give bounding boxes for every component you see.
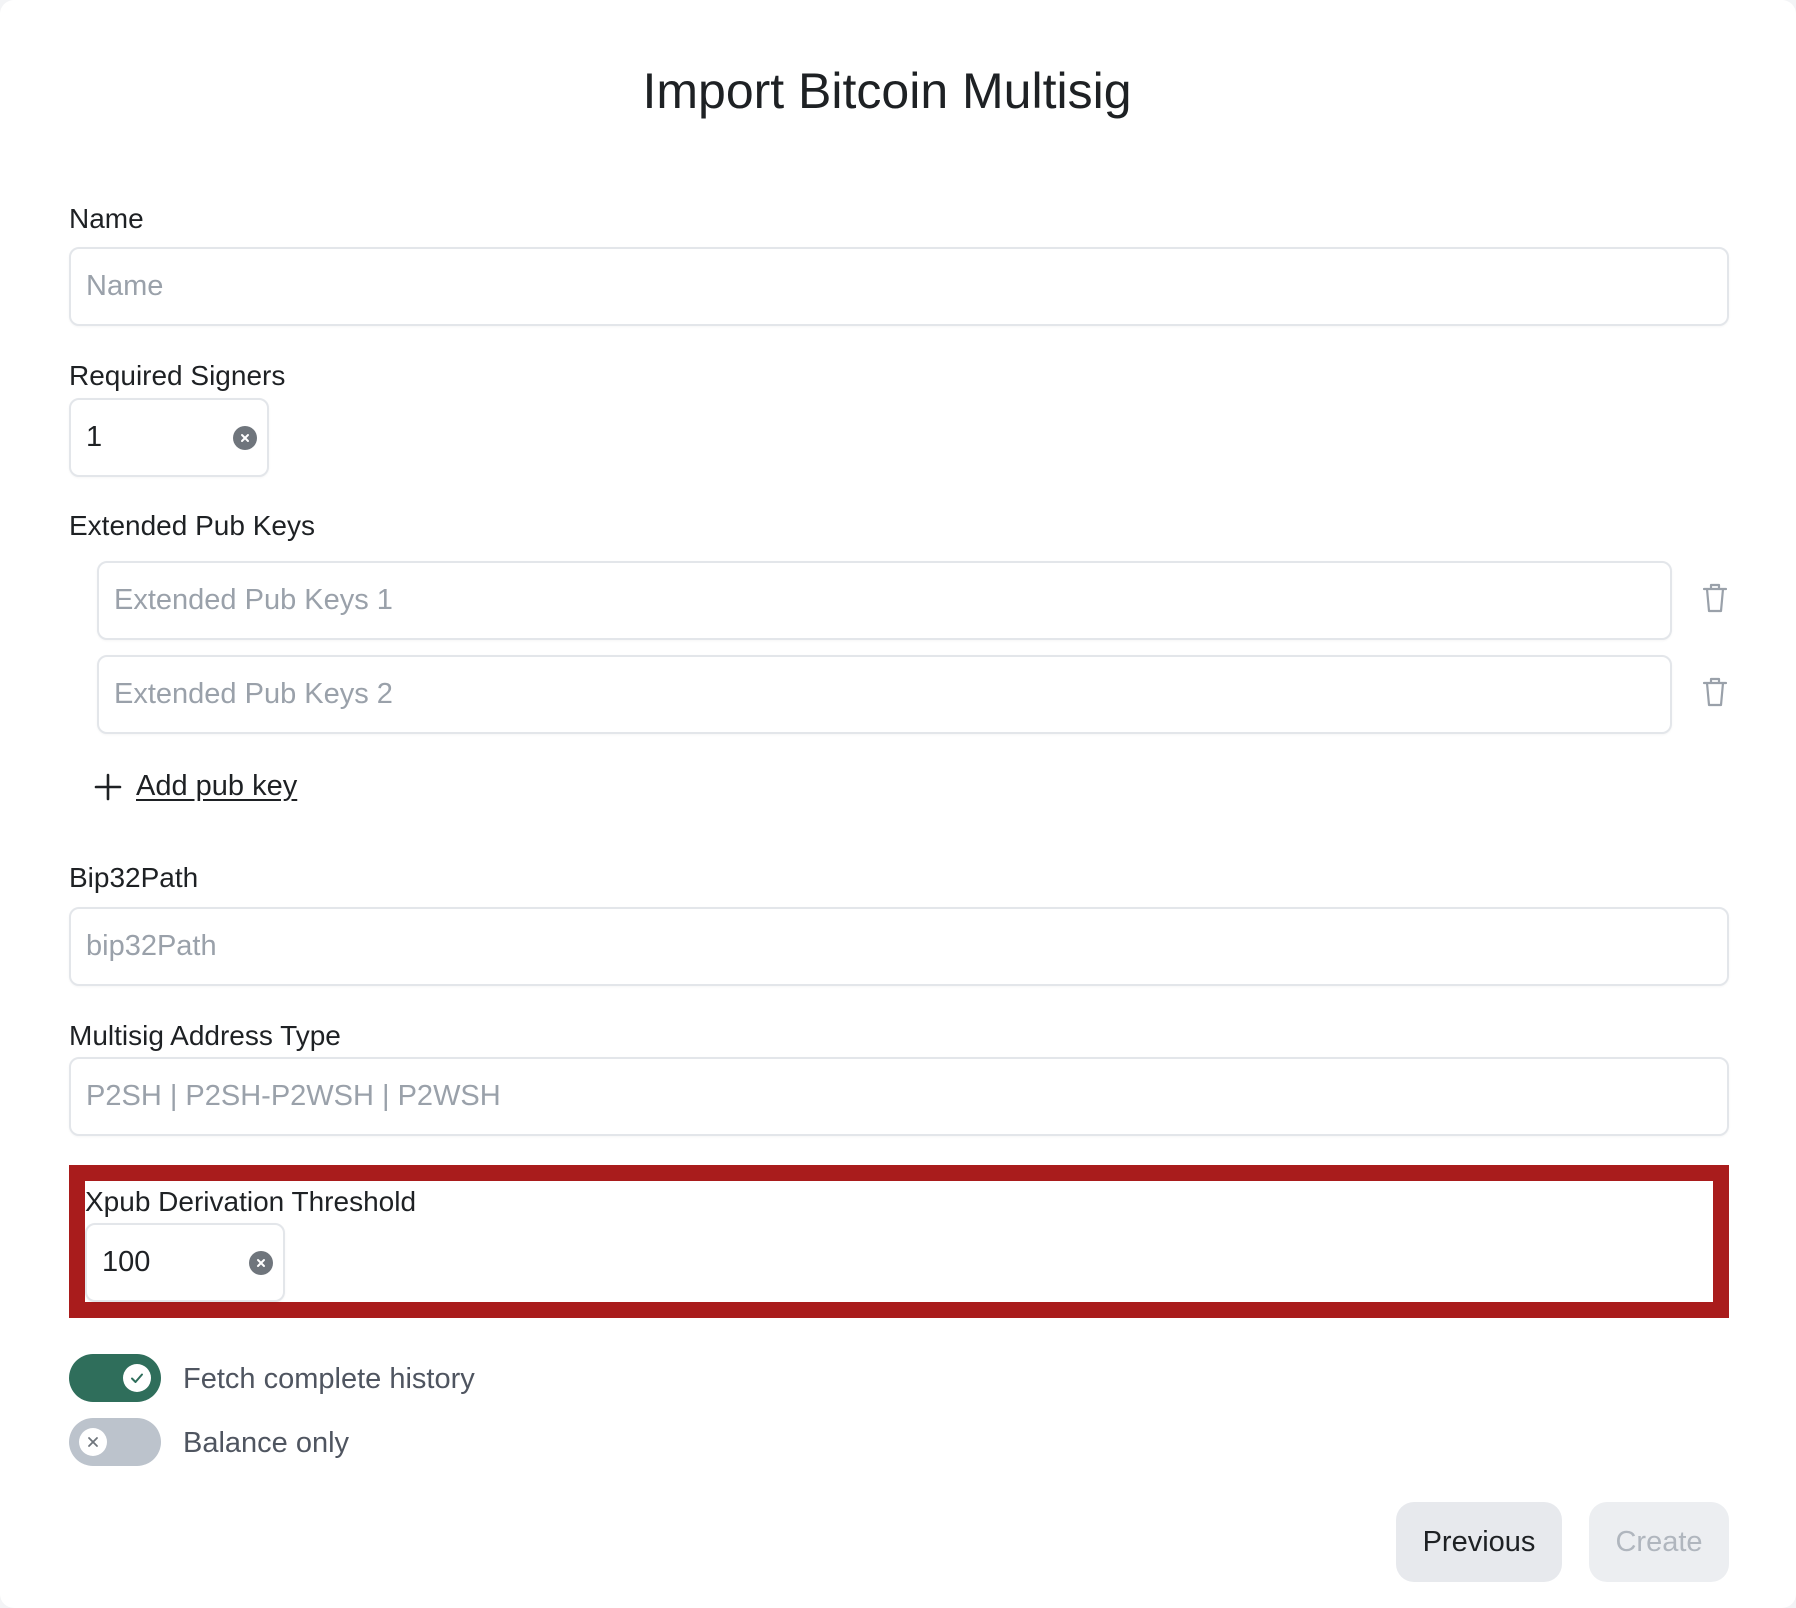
- name-placeholder: Name: [86, 270, 164, 302]
- multisig-address-type-label: Multisig Address Type: [69, 1020, 341, 1051]
- extended-pub-key-placeholder-1: Extended Pub Keys 1: [114, 584, 393, 616]
- name-label: Name: [69, 203, 144, 234]
- create-button[interactable]: Create: [1589, 1502, 1729, 1582]
- fetch-complete-history-label: Fetch complete history: [183, 1363, 475, 1395]
- extended-pub-key-input-2[interactable]: Extended Pub Keys 2: [97, 655, 1672, 734]
- import-multisig-modal: Import Bitcoin Multisig Name Name Requir…: [0, 0, 1796, 1608]
- required-signers-input[interactable]: 1: [69, 398, 269, 477]
- extended-pub-key-input-1[interactable]: Extended Pub Keys 1: [97, 561, 1672, 640]
- bip32path-input[interactable]: bip32Path: [69, 907, 1729, 986]
- balance-only-label: Balance only: [183, 1427, 350, 1459]
- name-input[interactable]: Name: [69, 247, 1729, 326]
- extended-pub-key-placeholder-2: Extended Pub Keys 2: [114, 678, 393, 710]
- balance-only-toggle[interactable]: [69, 1418, 161, 1466]
- multisig-address-type-select[interactable]: P2SH | P2SH-P2WSH | P2WSH: [69, 1057, 1729, 1136]
- clear-icon[interactable]: [233, 425, 257, 450]
- trash-icon[interactable]: [1700, 582, 1730, 614]
- x-icon: [79, 1428, 107, 1456]
- required-signers-label: Required Signers: [69, 360, 286, 391]
- bip32path-placeholder: bip32Path: [86, 930, 217, 962]
- add-pub-key-link[interactable]: Add pub key: [94, 770, 297, 803]
- xpub-derivation-threshold-label: Xpub Derivation Threshold: [85, 1186, 417, 1217]
- trash-icon[interactable]: [1700, 676, 1730, 708]
- modal-title: Import Bitcoin Multisig: [642, 63, 1132, 119]
- extended-pub-keys-label: Extended Pub Keys: [69, 510, 315, 541]
- required-signers-value: 1: [86, 421, 103, 453]
- xpub-derivation-threshold-value: 100: [102, 1246, 151, 1278]
- bip32path-label: Bip32Path: [69, 862, 199, 893]
- clear-icon[interactable]: [249, 1250, 273, 1275]
- xpub-derivation-threshold-input[interactable]: 100: [85, 1223, 285, 1302]
- plus-icon: [94, 773, 122, 800]
- fetch-complete-history-toggle[interactable]: [69, 1354, 161, 1402]
- multisig-address-type-placeholder: P2SH | P2SH-P2WSH | P2WSH: [86, 1080, 501, 1112]
- previous-button[interactable]: Previous: [1396, 1502, 1562, 1582]
- add-pub-key-label: Add pub key: [136, 770, 298, 802]
- check-icon: [123, 1364, 151, 1392]
